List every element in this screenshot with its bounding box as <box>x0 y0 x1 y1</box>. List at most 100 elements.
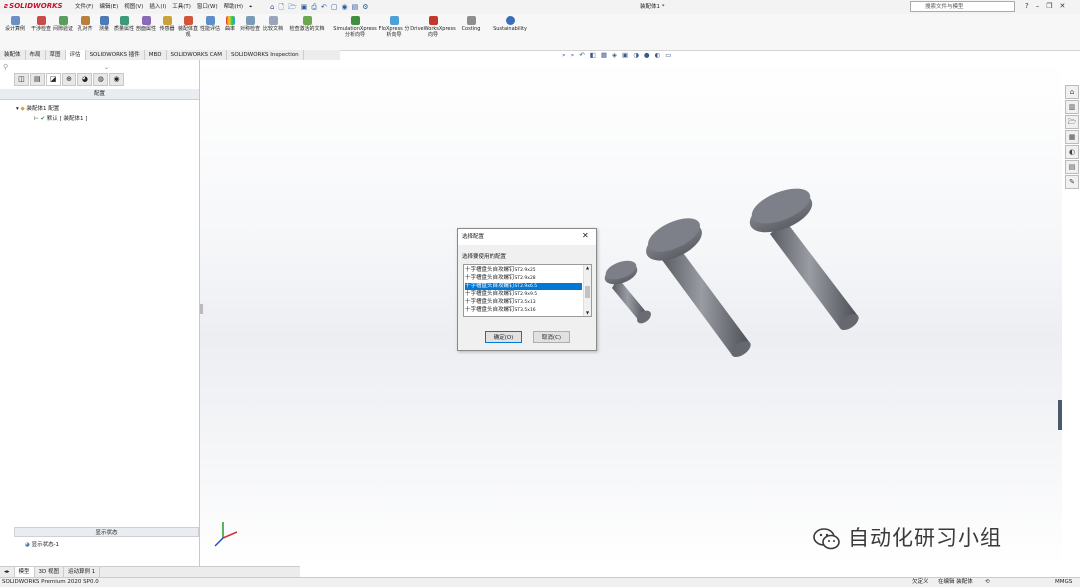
compare-documents-button[interactable]: 比较文档 <box>262 16 284 32</box>
menu-window[interactable]: 窗口(W) <box>197 2 218 12</box>
sensor-button[interactable]: 传感器 <box>157 16 177 32</box>
tab-addins[interactable]: SOLIDWORKS 插件 <box>86 50 145 60</box>
cam-tab-icon[interactable]: ◍ <box>93 73 109 86</box>
configuration-list[interactable]: 十字槽盘头自攻螺钉ST2.9x25 十字槽盘头自攻螺钉ST2.9x28 十字槽盘… <box>463 264 592 317</box>
costing-button[interactable]: Costing <box>458 16 484 32</box>
list-item[interactable]: 十字槽盘头自攻螺钉ST2.9x25 <box>465 267 582 274</box>
tree-child-item[interactable]: ⊢ ✔ 默认 [ 装配体1 ] <box>34 116 87 123</box>
print-icon[interactable]: ⎙ <box>311 2 317 12</box>
hole-alignment-button[interactable]: 孔对齐 <box>74 16 96 32</box>
filter-icon[interactable]: ⚲ <box>3 63 8 71</box>
appearances-icon[interactable]: ◐ <box>1065 145 1079 159</box>
menu-file[interactable]: 文件(F) <box>75 2 93 12</box>
home-icon[interactable]: ⌂ <box>270 2 274 12</box>
menu-view[interactable]: 视图(V) <box>124 2 143 12</box>
simulationxpress-button[interactable]: SimulationXpress 分析向导 <box>332 16 378 38</box>
rebuild-icon[interactable]: ◉ <box>342 2 348 12</box>
close-icon[interactable]: ✕ <box>582 231 589 241</box>
sustainability-button[interactable]: Sustainability <box>490 16 530 32</box>
new-icon[interactable]: 🗋 <box>278 2 284 12</box>
list-item[interactable]: 十字槽盘头自攻螺钉ST3.5x13 <box>465 299 582 306</box>
tab-layout[interactable]: 布局 <box>26 50 46 60</box>
menu-edit[interactable]: 编辑(E) <box>99 2 118 12</box>
tab-motion-study[interactable]: 运动算例 1 <box>64 567 101 577</box>
help-icon[interactable]: ? <box>1025 1 1029 12</box>
feature-manager-tab-icon[interactable]: ◫ <box>14 73 29 86</box>
ok-button[interactable]: 确定(O) <box>485 331 522 343</box>
configuration-manager-tab-icon[interactable]: ◪ <box>45 73 61 86</box>
section-view-icon[interactable]: ◧ <box>590 51 596 60</box>
scroll-thumb[interactable] <box>585 286 590 298</box>
minimize-icon[interactable]: – <box>1036 1 1040 12</box>
tab-assembly[interactable]: 装配体 <box>0 50 26 60</box>
mass-properties-button[interactable]: 质量属性 <box>113 16 135 32</box>
tab-inspection[interactable]: SOLIDWORKS Inspection <box>227 50 304 60</box>
chevron-down-icon[interactable]: ⌄ <box>104 64 109 71</box>
menu-tools[interactable]: 工具(T) <box>172 2 191 12</box>
interference-button[interactable]: 干涉检查 <box>30 16 52 32</box>
close-icon[interactable]: ✕ <box>1060 1 1066 12</box>
screw-medium[interactable] <box>640 211 753 360</box>
scroll-down-icon[interactable]: ▼ <box>584 310 591 316</box>
display-state-item[interactable]: ◕ 显示状态-1 <box>25 542 59 549</box>
measure-button[interactable]: 测量 <box>95 16 113 32</box>
clearance-button[interactable]: 间隙验证 <box>52 16 74 32</box>
tab-model[interactable]: 模型 <box>14 567 35 577</box>
cancel-button[interactable]: 取消(C) <box>533 331 570 343</box>
screw-small[interactable] <box>602 257 653 326</box>
apply-scene-icon[interactable]: ◐ <box>655 51 661 60</box>
driveworksxpress-button[interactable]: DriveWorksXpress 向导 <box>410 16 456 38</box>
list-item[interactable]: 十字槽盘头自攻螺钉ST3.5x16 <box>465 307 582 314</box>
scroll-up-icon[interactable]: ▲ <box>584 265 591 271</box>
display-style-icon[interactable]: ▣ <box>622 51 628 60</box>
view-palette-icon[interactable]: ▦ <box>1065 130 1079 144</box>
previous-view-icon[interactable]: ↶ <box>579 51 584 60</box>
list-scrollbar[interactable]: ▲ ▼ <box>583 265 591 316</box>
list-item-selected[interactable]: 十字槽盘头自攻螺钉ST2.9x6.5 <box>465 283 582 290</box>
collapse-icon[interactable]: ▾ <box>16 106 19 112</box>
symmetry-check-button[interactable]: 对称检查 <box>239 16 261 32</box>
search-input[interactable]: 搜索文件与模型 <box>910 1 1015 12</box>
tab-evaluate[interactable]: 评估 <box>65 50 86 60</box>
graphics-area[interactable] <box>200 60 1062 566</box>
check-active-document-button[interactable]: 检查激活的文档 <box>285 16 329 32</box>
curvature-button[interactable]: 曲率 <box>221 16 239 32</box>
select-icon[interactable]: ▢ <box>331 2 338 12</box>
tab-cam[interactable]: SOLIDWORKS CAM <box>167 50 228 60</box>
open-icon[interactable]: 🗁 <box>288 2 297 12</box>
edit-appearance-icon[interactable]: ● <box>644 51 650 60</box>
section-properties-button[interactable]: 剖面属性 <box>135 16 157 32</box>
view-orientation-icon[interactable]: ◈ <box>612 51 617 60</box>
list-item[interactable]: 十字槽盘头自攻螺钉ST2.9x28 <box>465 275 582 282</box>
tab-mbd[interactable]: MBD <box>145 50 167 60</box>
forum-icon[interactable]: ✎ <box>1065 175 1079 189</box>
list-item[interactable]: 十字槽盘头自攻螺钉ST2.9x9.5 <box>465 291 582 298</box>
dynamic-annotation-icon[interactable]: ▦ <box>601 51 607 60</box>
display-manager-tab-icon[interactable]: ◕ <box>77 73 93 86</box>
custom-properties-icon[interactable]: ▤ <box>1065 160 1079 174</box>
file-properties-icon[interactable]: ▤ <box>352 2 359 12</box>
tab-sketch[interactable]: 草图 <box>46 50 66 60</box>
file-explorer-icon[interactable]: 🗁 <box>1065 115 1079 129</box>
save-icon[interactable]: ▣ <box>301 2 308 12</box>
performance-evaluation-button[interactable]: 性能评估 <box>199 16 221 32</box>
resources-icon[interactable]: ⌂ <box>1065 85 1079 99</box>
design-study-button[interactable]: 设计算例 <box>2 16 28 32</box>
view-settings-icon[interactable]: ▭ <box>665 51 671 60</box>
assembly-visualization-button[interactable]: 装配体直观 <box>177 16 199 38</box>
menu-help[interactable]: 帮助(H) <box>224 2 243 12</box>
tab-nav-icon[interactable]: ◂▸ <box>0 567 15 577</box>
design-library-icon[interactable]: ▥ <box>1065 100 1079 114</box>
screw-large[interactable] <box>744 181 861 333</box>
menu-insert[interactable]: 插入(I) <box>149 2 166 12</box>
undo-icon[interactable]: ↶ <box>321 2 327 12</box>
costing-tab-icon[interactable]: ◉ <box>109 73 125 86</box>
restore-icon[interactable]: ❐ <box>1046 1 1052 12</box>
property-manager-tab-icon[interactable]: ▤ <box>29 73 45 86</box>
hide-show-icon[interactable]: ◑ <box>633 51 639 60</box>
options-icon[interactable]: ⚙ <box>362 2 368 12</box>
dimxpert-tab-icon[interactable]: ⊕ <box>61 73 77 86</box>
zoom-area-icon[interactable]: ⌕ <box>571 51 575 60</box>
tab-3d-views[interactable]: 3D 视图 <box>35 567 65 577</box>
tree-root-item[interactable]: ▾ ◆ 装配体1 配置 <box>16 106 59 113</box>
